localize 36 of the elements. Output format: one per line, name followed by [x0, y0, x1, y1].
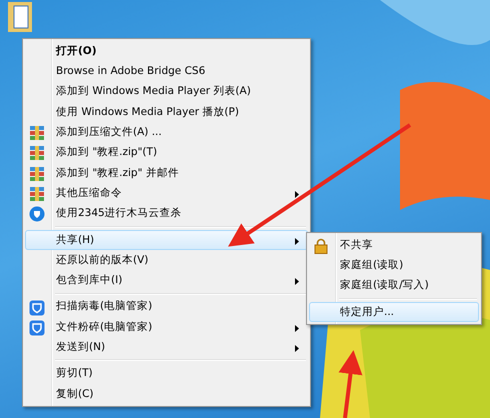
menu-item[interactable]: 添加到 Windows Media Player 列表(A) — [25, 82, 308, 102]
archive-icon — [29, 186, 45, 202]
menu-item[interactable]: 使用 Windows Media Player 播放(P) — [25, 102, 308, 122]
menu-item[interactable]: 不共享 — [309, 235, 479, 256]
shield-icon — [29, 300, 45, 316]
menu-item[interactable]: 发送到(N) — [25, 337, 308, 358]
lock-icon — [313, 238, 329, 254]
archive-icon — [29, 125, 45, 142]
menu-item[interactable]: 共享(H) — [25, 230, 308, 250]
menu-item[interactable]: Browse in Adobe Bridge CS6 — [25, 61, 308, 82]
menu-item[interactable]: 还原以前的版本(V) — [25, 250, 308, 270]
menu-item[interactable]: 打开(O) — [25, 41, 308, 62]
shield-icon — [29, 206, 45, 222]
menu-item[interactable]: 扫描病毒(电脑管家) — [25, 296, 308, 317]
menu-item[interactable]: 添加到 "教程.zip" 并邮件 — [25, 162, 308, 184]
menu-item[interactable]: 添加到 "教程.zip"(T) — [25, 142, 308, 163]
menu-item[interactable]: 特定用户... — [309, 302, 479, 322]
menu-item[interactable]: 添加到压缩文件(A) ... — [25, 122, 308, 142]
folder-icon — [8, 2, 32, 32]
menu-item[interactable]: 包含到库中(I) — [25, 270, 308, 291]
archive-icon — [29, 166, 45, 182]
menu-item[interactable]: 家庭组(读取) — [309, 255, 479, 276]
submenu-caret-icon — [295, 191, 299, 198]
archive-icon — [29, 145, 45, 162]
menu-item[interactable]: 其他压缩命令 — [25, 183, 308, 204]
shield-icon — [29, 320, 45, 336]
annotation-arrow — [338, 350, 362, 418]
menu-item[interactable]: 文件粉碎(电脑管家) — [25, 316, 308, 338]
menu-item[interactable]: 剪切(T) — [25, 363, 308, 384]
submenu-caret-icon — [295, 238, 299, 245]
menu-item[interactable]: 使用2345进行木马云查杀 — [25, 203, 308, 224]
menu-item[interactable]: 家庭组(读取/写入) — [309, 276, 479, 296]
submenu-caret-icon — [295, 345, 299, 352]
submenu-caret-icon — [295, 324, 299, 332]
submenu-caret-icon — [295, 278, 299, 286]
menu-item[interactable]: 复制(C) — [25, 384, 308, 404]
